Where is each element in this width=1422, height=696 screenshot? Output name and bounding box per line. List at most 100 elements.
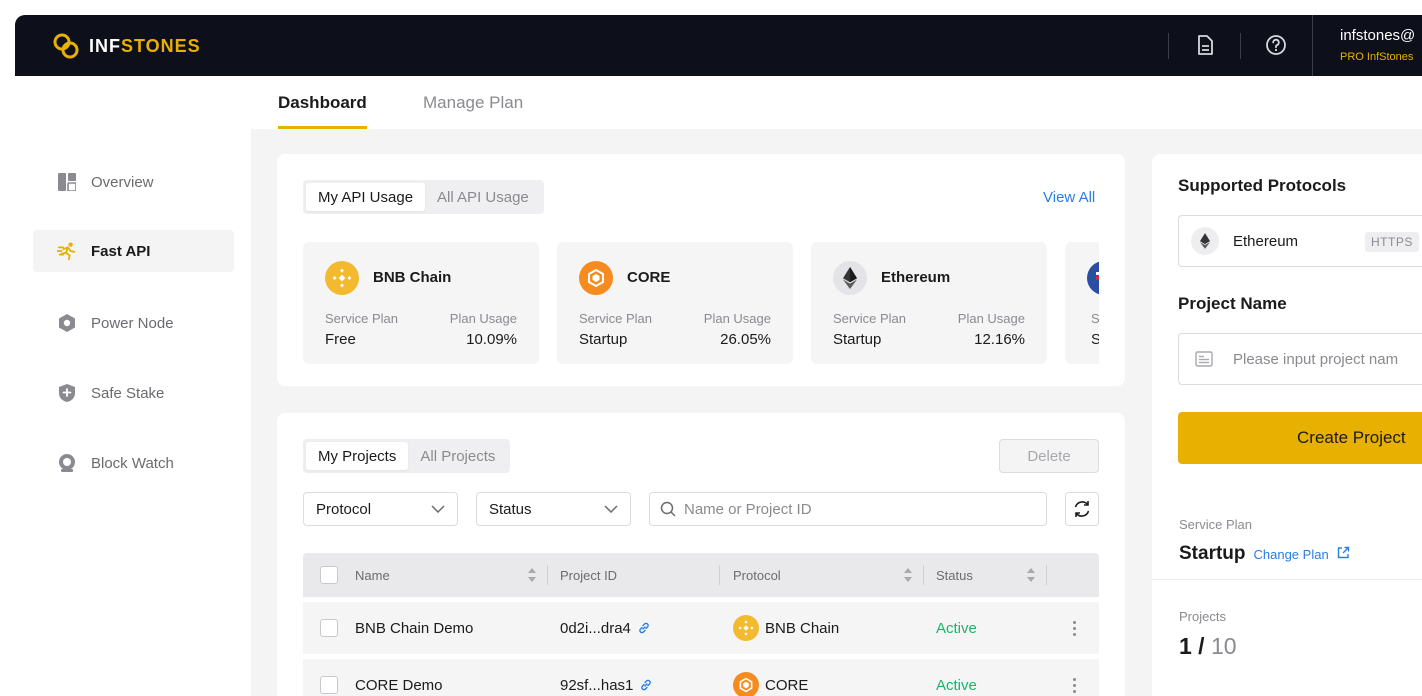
top-bar: INFSTONES infstones@ PRO InfStones: [15, 15, 1422, 76]
sidebar-item-safe-stake[interactable]: Safe Stake: [33, 372, 234, 414]
create-project-panel: Supported Protocols Ethereum HTTPS Proje…: [1152, 154, 1422, 696]
protocol-logo-icon: [1087, 261, 1099, 295]
usage-card-ethereum[interactable]: Ethereum Service Plan Plan Usage Startup…: [811, 242, 1047, 364]
project-id-cell: 0d2i...dra4: [560, 602, 651, 654]
search-placeholder: Name or Project ID: [684, 500, 812, 518]
view-all-link[interactable]: View All: [1043, 189, 1095, 206]
usage-card-partial[interactable]: S S: [1065, 242, 1099, 364]
column-name[interactable]: Name: [355, 553, 537, 597]
plan-usage-label: Plan Usage: [957, 311, 1025, 326]
ethereum-logo-icon: [1191, 227, 1219, 255]
bnb-chain-logo-icon: [325, 261, 359, 295]
sidebar-item-fast-api[interactable]: Fast API: [33, 230, 234, 272]
link-icon[interactable]: [639, 678, 653, 692]
sidebar-item-block-watch[interactable]: Block Watch: [33, 442, 234, 484]
delete-button[interactable]: Delete: [999, 439, 1099, 473]
document-icon[interactable]: [1192, 32, 1218, 58]
row-checkbox[interactable]: [320, 619, 338, 637]
api-usage-toggle: My API Usage All API Usage: [303, 180, 544, 214]
my-api-usage-tab[interactable]: My API Usage: [306, 183, 426, 211]
header-divider: [1240, 33, 1241, 59]
projects-label: Projects: [1179, 609, 1226, 624]
service-plan-row: Startup Change Plan: [1179, 543, 1350, 565]
protocol-name: Ethereum: [1233, 232, 1299, 250]
status-select-label: Status: [489, 500, 532, 518]
chevron-down-icon: [431, 505, 445, 513]
column-project-id: Project ID: [560, 553, 617, 597]
project-name-input[interactable]: Please input project nam: [1178, 333, 1422, 385]
tab-manage-plan[interactable]: Manage Plan: [423, 93, 523, 129]
plan-usage-value: 12.16%: [974, 331, 1025, 348]
safe-stake-icon: [57, 383, 77, 403]
refresh-button[interactable]: [1065, 492, 1099, 526]
project-id-cell: 92sf...has1: [560, 659, 653, 696]
all-api-usage-tab[interactable]: All API Usage: [425, 183, 541, 211]
more-options-icon[interactable]: [1069, 618, 1079, 638]
row-checkbox[interactable]: [320, 676, 338, 694]
panel-divider: [1152, 579, 1422, 580]
usage-card-list: BNB Chain Service Plan Plan Usage Free 1…: [303, 242, 1099, 364]
column-status[interactable]: Status: [936, 553, 1036, 597]
header-divider: [1312, 15, 1313, 76]
search-icon: [660, 501, 676, 517]
logo-wordmark: INFSTONES: [89, 35, 201, 56]
overview-icon: [57, 172, 77, 192]
protocol-selector[interactable]: Ethereum HTTPS: [1178, 215, 1422, 267]
select-all-checkbox[interactable]: [320, 566, 338, 584]
usage-card-bnb-chain[interactable]: BNB Chain Service Plan Plan Usage Free 1…: [303, 242, 539, 364]
protocol-name: CORE: [765, 676, 809, 694]
projects-toggle: My Projects All Projects: [303, 439, 511, 473]
fast-api-icon: [57, 241, 77, 261]
service-plan-value: Startup: [833, 331, 882, 348]
status-badge: Active: [936, 676, 977, 694]
plan-usage-label: Plan Usage: [449, 311, 517, 326]
ethereum-logo-icon: [833, 261, 867, 295]
link-icon[interactable]: [637, 621, 651, 635]
page-tabs: Dashboard Manage Plan: [251, 76, 1422, 129]
sidebar-item-label: Overview: [91, 173, 154, 191]
project-name-title: Project Name: [1178, 294, 1287, 313]
infstones-logo[interactable]: INFSTONES: [51, 31, 201, 61]
https-tag: HTTPS: [1365, 232, 1419, 252]
app-window: INFSTONES infstones@ PRO InfStones Overv…: [15, 15, 1422, 696]
table-row[interactable]: BNB Chain Demo 0d2i...dra4 BNB Chain Act…: [303, 602, 1099, 654]
tab-dashboard[interactable]: Dashboard: [278, 93, 367, 129]
status-badge: Active: [936, 619, 977, 637]
sort-icon: [528, 568, 536, 582]
service-plan-label: Service Plan: [325, 311, 398, 326]
user-email[interactable]: infstones@: [1340, 27, 1415, 44]
header-divider: [1168, 33, 1169, 59]
protocol-select[interactable]: Protocol: [303, 492, 458, 526]
service-plan-value: Startup: [1179, 543, 1246, 564]
table-header: Name Project ID Protocol Status: [303, 553, 1099, 597]
all-projects-tab[interactable]: All Projects: [408, 442, 507, 470]
usage-card-core[interactable]: CORE Service Plan Plan Usage Startup 26.…: [557, 242, 793, 364]
column-divider: [719, 565, 720, 585]
column-divider: [547, 565, 548, 585]
usage-card-name: BNB Chain: [373, 269, 452, 286]
project-search-input[interactable]: Name or Project ID: [649, 492, 1047, 526]
change-plan-link[interactable]: Change Plan: [1254, 547, 1329, 562]
user-plan: PRO InfStones: [1340, 51, 1414, 63]
more-options-icon[interactable]: [1069, 675, 1079, 695]
external-link-icon[interactable]: [1337, 546, 1350, 559]
column-protocol[interactable]: Protocol: [733, 553, 913, 597]
bnb-chain-logo-icon: [733, 615, 759, 641]
plan-usage-value: 10.09%: [466, 331, 517, 348]
project-name: CORE Demo: [355, 676, 443, 694]
table-row[interactable]: CORE Demo 92sf...has1 CORE Active: [303, 659, 1099, 696]
create-project-button[interactable]: Create Project: [1178, 412, 1422, 464]
protocol-name: BNB Chain: [765, 619, 840, 637]
sidebar-item-overview[interactable]: Overview: [33, 161, 234, 203]
my-projects-tab[interactable]: My Projects: [306, 442, 409, 470]
service-plan-label: Service Plan: [833, 311, 906, 326]
id-card-icon: [1195, 351, 1213, 367]
project-id: 0d2i...dra4: [560, 619, 631, 637]
service-plan-value: Startup: [579, 331, 628, 348]
service-plan-label: Service Plan: [579, 311, 652, 326]
column-label: Project ID: [560, 567, 618, 583]
status-select[interactable]: Status: [476, 492, 631, 526]
sidebar-item-power-node[interactable]: Power Node: [33, 302, 234, 344]
help-icon[interactable]: [1263, 32, 1289, 58]
sidebar-item-label: Power Node: [91, 314, 174, 332]
